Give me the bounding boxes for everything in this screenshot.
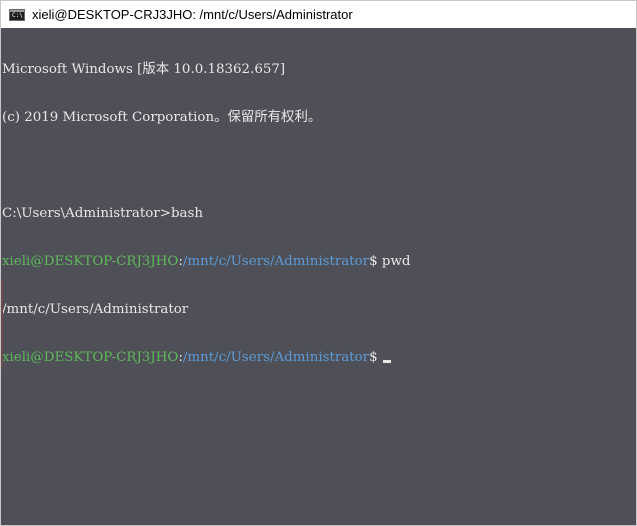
prompt-path: /mnt/c/Users/Administrator — [182, 254, 370, 269]
window-edge-mark — [1, 279, 3, 369]
prompt-symbol: $ — [369, 350, 382, 365]
title-bar[interactable]: C:\ xieli@DESKTOP-CRJ3JHO: /mnt/c/Users/… — [1, 1, 636, 28]
prompt-user: xieli@DESKTOP-CRJ3JHO — [2, 350, 179, 365]
console-line-prompt-pwd: xieli@DESKTOP-CRJ3JHO:/mnt/c/Users/Admin… — [2, 254, 636, 270]
prompt-symbol: $ — [369, 254, 382, 269]
prompt-command: pwd — [381, 254, 411, 269]
console-line-version: Microsoft Windows [版本 10.0.18362.657] — [2, 62, 286, 77]
console-icon-label: C:\ — [12, 11, 23, 19]
text-cursor — [382, 360, 391, 363]
console-area[interactable]: Microsoft Windows [版本 10.0.18362.657] (c… — [1, 28, 636, 525]
terminal-window: C:\ xieli@DESKTOP-CRJ3JHO: /mnt/c/Users/… — [0, 0, 637, 526]
console-line-bash-command: C:\Users\Administrator>bash — [2, 206, 204, 221]
console-line-pwd-output: /mnt/c/Users/Administrator — [2, 302, 189, 317]
console-icon: C:\ — [9, 8, 25, 21]
prompt-user: xieli@DESKTOP-CRJ3JHO — [2, 254, 179, 269]
console-line-current-prompt: xieli@DESKTOP-CRJ3JHO:/mnt/c/Users/Admin… — [2, 350, 636, 366]
console-line-copyright: (c) 2019 Microsoft Corporation。保留所有权利。 — [2, 110, 322, 125]
window-title: xieli@DESKTOP-CRJ3JHO: /mnt/c/Users/Admi… — [32, 7, 353, 22]
prompt-path: /mnt/c/Users/Administrator — [182, 350, 370, 365]
